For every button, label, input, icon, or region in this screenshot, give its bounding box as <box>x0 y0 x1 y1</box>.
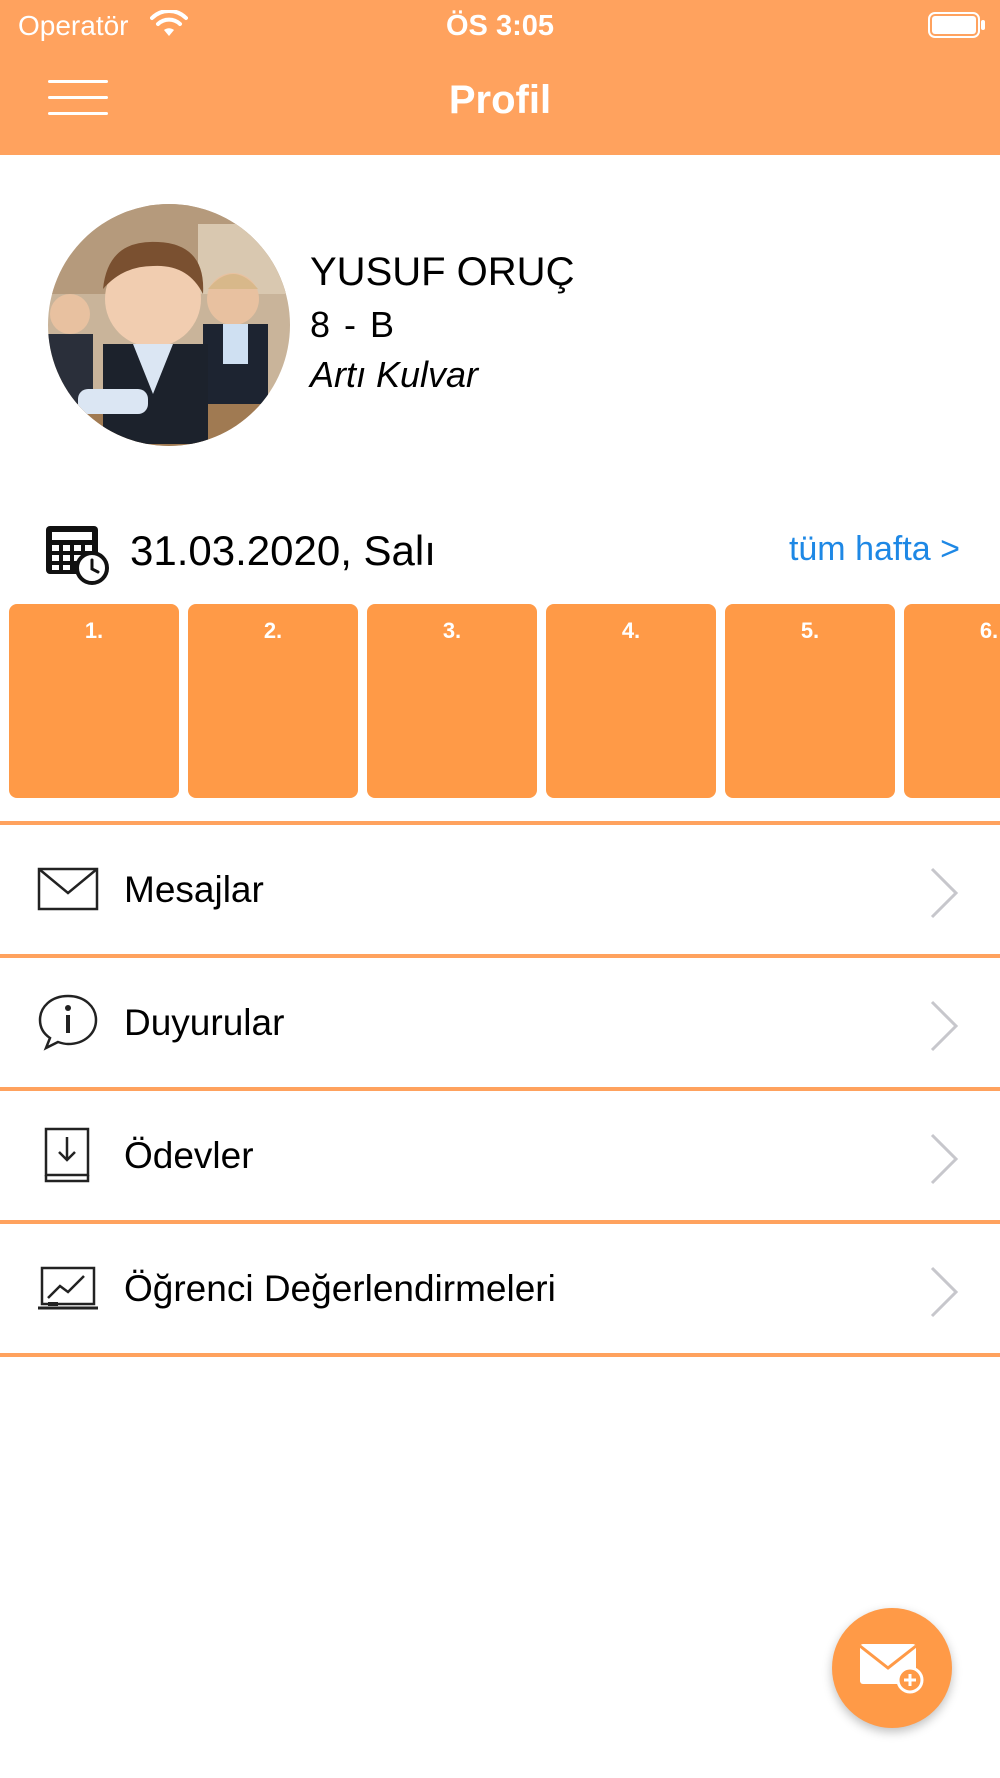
student-photo <box>48 204 290 446</box>
period-number: 1. <box>84 618 104 643</box>
clock-label: ÖS 3:05 <box>446 10 554 42</box>
period-number: 4. <box>621 618 641 643</box>
period-card[interactable]: 5. <box>725 604 895 798</box>
student-branch: Artı Kulvar <box>310 354 479 395</box>
student-name: YUSUF ORUÇ <box>310 250 575 294</box>
menu-item-homework[interactable]: Ödevler <box>0 1091 1000 1220</box>
info-bubble-icon <box>38 994 98 1051</box>
student-class: 8 - B <box>310 304 397 345</box>
period-number: 5. <box>800 618 820 643</box>
period-card[interactable]: 6. <box>904 604 1000 798</box>
menu-item-label: Duyurular <box>124 1002 285 1043</box>
period-card[interactable]: 3. <box>367 604 537 798</box>
new-message-button[interactable] <box>832 1608 952 1728</box>
homework-book-icon <box>44 1127 90 1183</box>
period-number: 6. <box>979 618 999 643</box>
chevron-right-icon <box>930 1266 959 1318</box>
schedule-date: 31.03.2020, Salı <box>130 527 436 574</box>
chart-board-icon <box>38 1266 98 1310</box>
menu-item-label: Mesajlar <box>124 869 264 910</box>
battery-icon <box>928 12 985 38</box>
envelope-icon <box>37 867 99 911</box>
menu-item-announcements[interactable]: Duyurular <box>0 958 1000 1087</box>
chevron-right-icon <box>930 1133 959 1185</box>
whole-week-link[interactable]: tüm hafta > <box>789 530 960 569</box>
menu-list: Mesajlar Duyurular Ödevler Öğrenci Değer… <box>0 821 1000 1357</box>
period-card[interactable]: 1. <box>9 604 179 798</box>
period-card[interactable]: 2. <box>188 604 358 798</box>
top-bar: Operatör ÖS 3:05 Profil <box>0 0 1000 155</box>
period-strip[interactable]: 1. 2. 3. 4. 5. 6. <box>0 604 1000 798</box>
avatar <box>48 204 290 446</box>
status-bar: Operatör ÖS 3:05 <box>0 0 1000 52</box>
period-card[interactable]: 4. <box>546 604 716 798</box>
menu-item-label: Ödevler <box>124 1135 254 1176</box>
menu-item-messages[interactable]: Mesajlar <box>0 825 1000 954</box>
new-message-icon <box>859 1644 924 1694</box>
divider <box>0 1353 1000 1357</box>
chevron-right-icon <box>930 1000 959 1052</box>
chevron-right-icon <box>930 867 959 919</box>
period-number: 3. <box>442 618 462 643</box>
page-title: Profil <box>448 78 552 122</box>
menu-item-label: Öğrenci Değerlendirmeleri <box>124 1268 556 1309</box>
menu-item-evaluations[interactable]: Öğrenci Değerlendirmeleri <box>0 1224 1000 1353</box>
period-number: 2. <box>263 618 283 643</box>
calendar-clock-icon <box>46 526 109 585</box>
